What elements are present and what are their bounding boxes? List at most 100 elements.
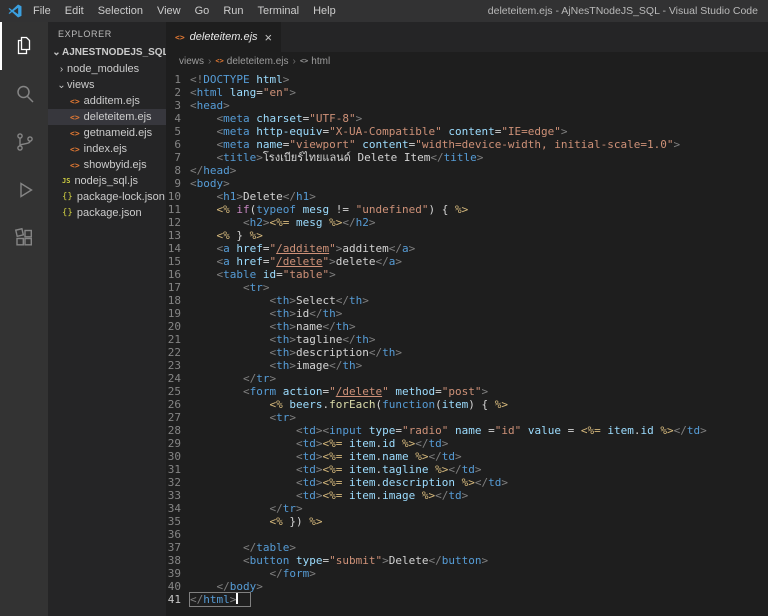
breadcrumb-item-html[interactable]: <> html: [300, 56, 330, 67]
code-line-37[interactable]: 37 </table>: [166, 541, 768, 554]
code-line-30[interactable]: 30 <td><%= item.name %></td>: [166, 450, 768, 463]
code-line-9[interactable]: 9 <body>: [166, 177, 768, 190]
line-number[interactable]: 28: [166, 424, 190, 437]
menu-go[interactable]: Go: [188, 0, 217, 22]
sidebar-item-showbyid-ejs[interactable]: <> showbyid.ejs: [48, 157, 166, 173]
search-icon[interactable]: [0, 70, 48, 118]
code-line-29[interactable]: 29 <td><%= item.id %></td>: [166, 437, 768, 450]
code-line-24[interactable]: 24 </tr>: [166, 372, 768, 385]
code-line-23[interactable]: 23 <th>image</th>: [166, 359, 768, 372]
code-line-28[interactable]: 28 <td><input type="radio" name ="id" va…: [166, 424, 768, 437]
menu-view[interactable]: View: [150, 0, 188, 22]
line-number[interactable]: 35: [166, 515, 190, 528]
line-number[interactable]: 27: [166, 411, 190, 424]
line-number[interactable]: 2: [166, 86, 190, 99]
menu-terminal[interactable]: Terminal: [251, 0, 307, 22]
tab-deleteitem-ejs[interactable]: <> deleteitem.ejs ×: [166, 22, 282, 52]
line-number[interactable]: 19: [166, 307, 190, 320]
code-line-17[interactable]: 17 <tr>: [166, 281, 768, 294]
code-line-5[interactable]: 5 <meta http-equiv="X-UA-Compatible" con…: [166, 125, 768, 138]
code-line-4[interactable]: 4 <meta charset="UTF-8">: [166, 112, 768, 125]
line-number[interactable]: 6: [166, 138, 190, 151]
code-line-2[interactable]: 2 <html lang="en">: [166, 86, 768, 99]
line-number[interactable]: 21: [166, 333, 190, 346]
code-line-36[interactable]: 36: [166, 528, 768, 541]
sidebar-item-node-modules[interactable]: › node_modules: [48, 61, 166, 77]
line-number[interactable]: 36: [166, 528, 190, 541]
line-number[interactable]: 20: [166, 320, 190, 333]
code-line-11[interactable]: 11 <% if(typeof mesg != "undefined") { %…: [166, 203, 768, 216]
line-number[interactable]: 14: [166, 242, 190, 255]
line-number[interactable]: 16: [166, 268, 190, 281]
line-number[interactable]: 23: [166, 359, 190, 372]
code-line-16[interactable]: 16 <table id="table">: [166, 268, 768, 281]
line-number[interactable]: 24: [166, 372, 190, 385]
menu-edit[interactable]: Edit: [58, 0, 91, 22]
sidebar-root-folder[interactable]: ⌄ AJNESTNODEJS_SQL: [48, 44, 166, 61]
line-number[interactable]: 7: [166, 151, 190, 164]
code-line-14[interactable]: 14 <a href="/additem">additem</a>: [166, 242, 768, 255]
source-control-icon[interactable]: [0, 118, 48, 166]
code-line-39[interactable]: 39 </form>: [166, 567, 768, 580]
code-line-26[interactable]: 26 <% beers.forEach(function(item) { %>: [166, 398, 768, 411]
code-editor[interactable]: 1 <!DOCTYPE html> 2 <html lang="en"> 3 <head>…: [166, 70, 768, 616]
breadcrumb-item-views[interactable]: views: [179, 56, 204, 67]
line-number[interactable]: 29: [166, 437, 190, 450]
line-number[interactable]: 37: [166, 541, 190, 554]
code-line-32[interactable]: 32 <td><%= item.description %></td>: [166, 476, 768, 489]
code-line-10[interactable]: 10 <h1>Delete</h1>: [166, 190, 768, 203]
code-line-35[interactable]: 35 <% }) %>: [166, 515, 768, 528]
code-line-27[interactable]: 27 <tr>: [166, 411, 768, 424]
sidebar-item-nodejs-sql-js[interactable]: JS nodejs_sql.js: [48, 173, 166, 189]
sidebar-item-deleteitem-ejs[interactable]: <> deleteitem.ejs: [48, 109, 166, 125]
code-line-18[interactable]: 18 <th>Select</th>: [166, 294, 768, 307]
close-icon[interactable]: ×: [265, 31, 273, 44]
line-number[interactable]: 39: [166, 567, 190, 580]
code-line-3[interactable]: 3 <head>: [166, 99, 768, 112]
code-line-41[interactable]: 41 </html>: [166, 592, 768, 607]
line-number[interactable]: 18: [166, 294, 190, 307]
code-line-40[interactable]: 40 </body>: [166, 580, 768, 593]
code-line-20[interactable]: 20 <th>name</th>: [166, 320, 768, 333]
sidebar-item-index-ejs[interactable]: <> index.ejs: [48, 141, 166, 157]
line-number[interactable]: 15: [166, 255, 190, 268]
line-number[interactable]: 17: [166, 281, 190, 294]
code-line-15[interactable]: 15 <a href="/delete">delete</a>: [166, 255, 768, 268]
extensions-icon[interactable]: [0, 214, 48, 262]
line-number[interactable]: 30: [166, 450, 190, 463]
line-number[interactable]: 38: [166, 554, 190, 567]
sidebar-item-package-json[interactable]: {} package.json: [48, 205, 166, 221]
code-line-7[interactable]: 7 <title>โรงเบียร์ไทยแลนด์ Delete Item</…: [166, 151, 768, 164]
sidebar-item-additem-ejs[interactable]: <> additem.ejs: [48, 93, 166, 109]
code-line-25[interactable]: 25 <form action="/delete" method="post">: [166, 385, 768, 398]
code-line-1[interactable]: 1 <!DOCTYPE html>: [166, 73, 768, 86]
breadcrumb-item-deleteitem-ejs[interactable]: <> deleteitem.ejs: [215, 56, 288, 67]
code-line-34[interactable]: 34 </tr>: [166, 502, 768, 515]
line-number[interactable]: 33: [166, 489, 190, 502]
line-number[interactable]: 26: [166, 398, 190, 411]
line-number[interactable]: 22: [166, 346, 190, 359]
run-debug-icon[interactable]: [0, 166, 48, 214]
sidebar-item-views[interactable]: ⌄ views: [48, 77, 166, 93]
code-line-21[interactable]: 21 <th>tagline</th>: [166, 333, 768, 346]
code-line-22[interactable]: 22 <th>description</th>: [166, 346, 768, 359]
code-line-6[interactable]: 6 <meta name="viewport" content="width=d…: [166, 138, 768, 151]
code-line-33[interactable]: 33 <td><%= item.image %></td>: [166, 489, 768, 502]
code-line-19[interactable]: 19 <th>id</th>: [166, 307, 768, 320]
code-line-13[interactable]: 13 <% } %>: [166, 229, 768, 242]
menu-help[interactable]: Help: [306, 0, 343, 22]
line-number[interactable]: 13: [166, 229, 190, 242]
code-line-31[interactable]: 31 <td><%= item.tagline %></td>: [166, 463, 768, 476]
line-number[interactable]: 11: [166, 203, 190, 216]
line-number[interactable]: 12: [166, 216, 190, 229]
menu-run[interactable]: Run: [216, 0, 250, 22]
line-number[interactable]: 1: [166, 73, 190, 86]
menu-selection[interactable]: Selection: [91, 0, 150, 22]
explorer-icon[interactable]: [0, 22, 48, 70]
code-line-8[interactable]: 8 </head>: [166, 164, 768, 177]
line-number[interactable]: 34: [166, 502, 190, 515]
line-number[interactable]: 8: [166, 164, 190, 177]
line-number[interactable]: 40: [166, 580, 190, 593]
menu-file[interactable]: File: [26, 0, 58, 22]
line-number[interactable]: 32: [166, 476, 190, 489]
